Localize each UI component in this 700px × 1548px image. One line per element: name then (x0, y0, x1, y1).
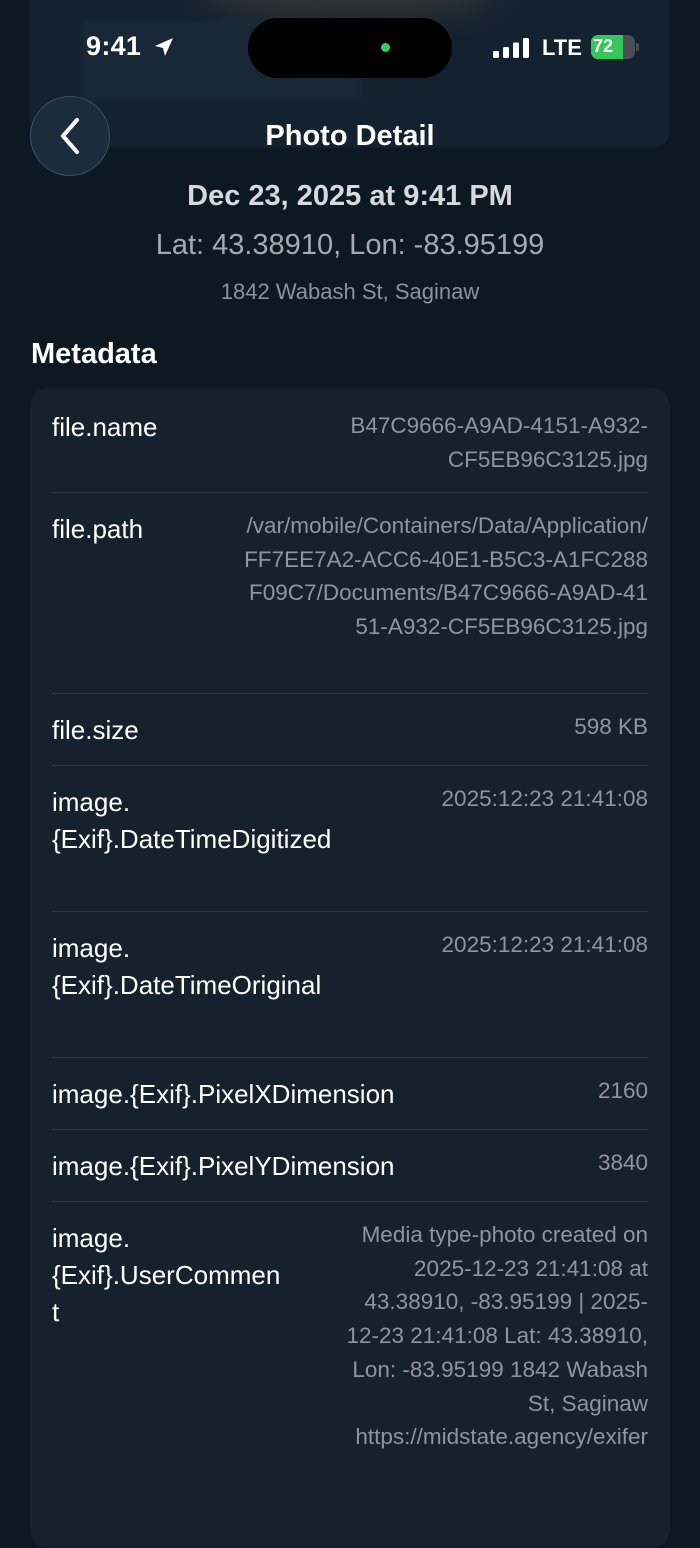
metadata-row-datetime-digitized: image.{Exif}.DateTimeDigitized 2025:12:2… (52, 765, 648, 912)
metadata-value: 598 KB (574, 714, 648, 739)
battery-percent: 72 (593, 36, 614, 56)
battery-body: 72 (591, 35, 635, 59)
metadata-row-datetime-original: image.{Exif}.DateTimeOriginal 2025:12:23… (52, 911, 648, 1058)
metadata-key: file.name (52, 412, 158, 442)
metadata-row-file-size: file.size 598 KB (52, 693, 648, 766)
metadata-row-pixel-x: image.{Exif}.PixelXDimension 2160 (52, 1057, 648, 1130)
photo-address: 1842 Wabash St, Saginaw (220, 279, 480, 304)
metadata-row-file-name: file.name B47C9666-A9AD-4151-A932-CF5EB9… (52, 388, 648, 492)
metadata-section-title: Metadata (31, 338, 157, 370)
metadata-value: /var/mobile/Containers/Data/Application/… (244, 513, 648, 640)
metadata-value: B47C9666-A9AD-4151-A932-CF5EB96C3125.jpg (350, 413, 648, 472)
status-time: 9:41 (86, 31, 142, 61)
metadata-row-pixel-y: image.{Exif}.PixelYDimension 3840 (52, 1129, 648, 1202)
cellular-signal-icon (493, 38, 529, 58)
status-bar: 9:41 LTE 72 (0, 0, 700, 96)
metadata-key: file.path (52, 514, 144, 544)
battery-icon: 72 (591, 35, 639, 59)
metadata-value: 3840 (597, 1150, 648, 1175)
metadata-key: image.{Exif}.DateTimeOriginal (52, 933, 322, 1000)
metadata-value: 2160 (597, 1078, 648, 1103)
metadata-key: image.{Exif}.PixelYDimension (52, 1151, 395, 1181)
metadata-value: Media type-photo created on 2025-12-23 2… (346, 1222, 648, 1450)
metadata-key: image.{Exif}.PixelXDimension (52, 1079, 395, 1109)
metadata-key: image.{Exif}.UserComment (52, 1223, 281, 1327)
page-title: Photo Detail (265, 120, 435, 152)
metadata-key: file.size (52, 715, 139, 745)
battery-cap (636, 43, 639, 51)
photo-coordinates: Lat: 43.38910, Lon: -83.95199 (155, 229, 545, 261)
photo-datetime: Dec 23, 2025 at 9:41 PM (187, 180, 513, 212)
network-type: LTE (542, 35, 582, 60)
metadata-value: 2025:12:23 21:41:08 (441, 932, 648, 957)
metadata-card: file.name B47C9666-A9AD-4151-A932-CF5EB9… (30, 388, 670, 1548)
metadata-key: image.{Exif}.DateTimeDigitized (52, 787, 332, 854)
metadata-row-user-comment: image.{Exif}.UserComment Media type-phot… (52, 1201, 648, 1532)
dynamic-island (248, 18, 452, 78)
camera-indicator-dot (381, 43, 390, 52)
metadata-value: 2025:12:23 21:41:08 (441, 786, 648, 811)
location-arrow-icon (155, 38, 173, 56)
metadata-row-file-path: file.path /var/mobile/Containers/Data/Ap… (52, 492, 648, 694)
